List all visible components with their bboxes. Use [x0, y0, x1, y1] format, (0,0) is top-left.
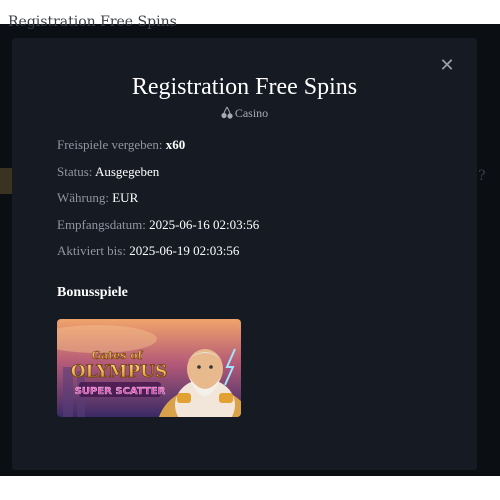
background-element: ? [478, 168, 486, 184]
game-card-gates-of-olympus[interactable]: Gates of OLYMPUS SUPER SCATTER [57, 319, 241, 417]
detail-value: x60 [165, 137, 186, 152]
free-spins-modal: ✕ Registration Free Spins Casino Freispi… [12, 38, 477, 470]
detail-row-status: Status: Ausgegeben [57, 163, 259, 190]
game-thumbnail: Gates of OLYMPUS SUPER SCATTER [57, 319, 241, 417]
detail-row-free-spins: Freispiele vergeben: x60 [57, 136, 259, 163]
detail-label: Empfangsdatum: [57, 216, 146, 232]
details-list: Freispiele vergeben: x60 Status: Ausgege… [57, 136, 259, 269]
detail-label: Freispiele vergeben: [57, 137, 163, 152]
detail-value: 2025-06-16 02:03:56 [149, 216, 260, 232]
detail-row-active-until: Aktiviert bis: 2025-06-19 02:03:56 [57, 242, 259, 269]
detail-value: EUR [112, 190, 139, 205]
background-element [0, 168, 12, 194]
cherry-icon [221, 106, 233, 119]
detail-row-received-date: Empfangsdatum: 2025-06-16 02:03:56 [57, 216, 259, 243]
game-logo-line1: Gates of [92, 349, 144, 362]
detail-value: 2025-06-19 02:03:56 [129, 243, 240, 258]
game-logo-line3: SUPER SCATTER [75, 386, 166, 397]
game-logo-line2: OLYMPUS [71, 362, 168, 382]
detail-label: Status: [57, 163, 93, 179]
detail-label: Aktiviert bis: [57, 243, 126, 258]
close-icon[interactable]: ✕ [437, 56, 457, 76]
category-label: Casino [12, 106, 477, 121]
category-text: Casino [234, 106, 269, 120]
modal-title: Registration Free Spins [131, 74, 358, 100]
detail-label: Währung: [57, 190, 109, 205]
background-page-title: Registration Free Spins [8, 14, 177, 30]
bonus-games-heading: Bonusspiele [57, 285, 128, 300]
detail-row-currency: Währung: EUR [57, 189, 259, 216]
detail-value: Ausgegeben [94, 163, 160, 179]
